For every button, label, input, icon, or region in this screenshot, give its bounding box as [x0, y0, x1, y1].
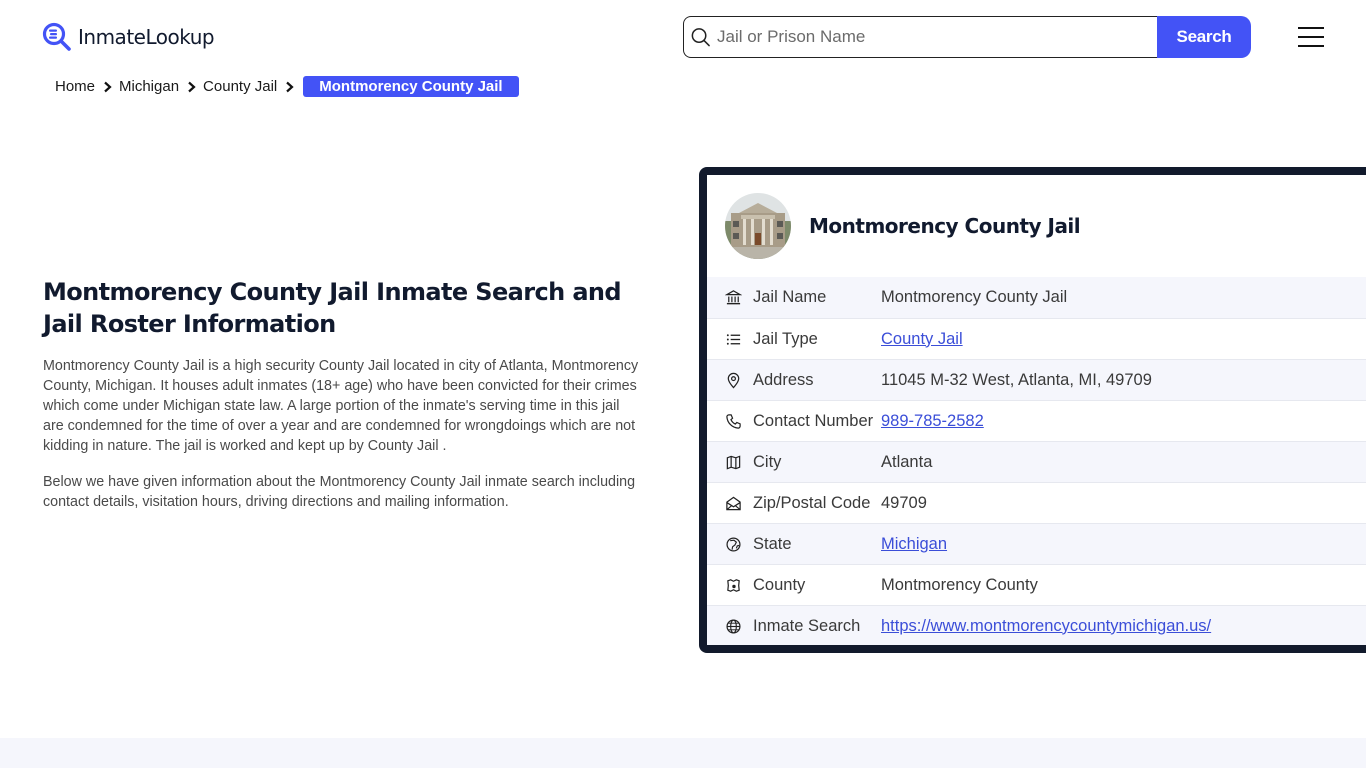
map-pin-icon: [707, 372, 753, 389]
mail-open-icon: [707, 495, 753, 512]
info-row-city: City Atlanta: [707, 441, 1366, 482]
logo-text: InmateLookup: [78, 25, 215, 49]
breadcrumb-home[interactable]: Home: [55, 78, 95, 95]
info-row-inmate-search: Inmate Search https://www.montmorencycou…: [707, 605, 1366, 645]
info-table: Jail Name Montmorency County Jail Jail T…: [707, 277, 1366, 645]
chevron-right-icon: [95, 81, 119, 93]
footer-band: [0, 738, 1366, 768]
chevron-right-icon: [179, 81, 203, 93]
bank-icon: [707, 289, 753, 306]
info-row-jail-name: Jail Name Montmorency County Jail: [707, 277, 1366, 318]
intro-section: Montmorency County Jail Inmate Search an…: [43, 276, 643, 528]
search-button[interactable]: Search: [1157, 16, 1251, 58]
row-label: City: [753, 452, 782, 471]
row-label: Jail Name: [753, 288, 827, 306]
hamburger-menu-button[interactable]: [1298, 27, 1324, 47]
list-icon: [707, 331, 753, 348]
menu-line: [1298, 36, 1324, 38]
menu-line: [1298, 27, 1324, 29]
info-row-zip: Zip/Postal Code 49709: [707, 482, 1366, 523]
row-value: 49709: [881, 493, 927, 512]
row-value: 11045 M-32 West, Atlanta, MI, 49709: [881, 370, 1152, 389]
intro-paragraph: Montmorency County Jail is a high securi…: [43, 358, 639, 454]
card-inner: Montmorency County Jail Jail Name Montmo…: [707, 175, 1366, 645]
row-label: State: [753, 534, 792, 553]
logo-magnifier-icon: [42, 22, 71, 51]
info-row-address: Address 11045 M-32 West, Atlanta, MI, 49…: [707, 359, 1366, 400]
menu-line: [1298, 45, 1324, 47]
search-bar: Search: [683, 16, 1251, 58]
row-label: Jail Type: [753, 329, 818, 348]
jail-info-card: Montmorency County Jail Jail Name Montmo…: [699, 167, 1366, 653]
search-input[interactable]: [711, 27, 1157, 47]
logo[interactable]: InmateLookup: [42, 22, 215, 52]
page-title: Montmorency County Jail Inmate Search an…: [43, 278, 622, 338]
info-row-county: County Montmorency County: [707, 564, 1366, 605]
info-row-contact-number: Contact Number 989-785-2582: [707, 400, 1366, 441]
row-label: Address: [753, 370, 814, 389]
state-link[interactable]: Michigan: [881, 535, 947, 553]
info-row-state: State Michigan: [707, 523, 1366, 564]
breadcrumb: Home Michigan County Jail Montmorency Co…: [55, 76, 519, 97]
row-label: Contact Number: [753, 411, 874, 430]
chevron-right-icon: [277, 81, 301, 93]
search-icon: [691, 28, 710, 47]
phone-icon: [707, 413, 753, 430]
breadcrumb-michigan[interactable]: Michigan: [119, 78, 179, 95]
phone-link[interactable]: 989-785-2582: [881, 412, 984, 430]
row-label: County: [753, 575, 806, 594]
jail-photo: [725, 193, 791, 259]
map-icon: [707, 454, 753, 471]
intro-paragraph: Below we have given information about th…: [43, 474, 636, 510]
globe-icon: [707, 618, 753, 635]
info-row-jail-type: Jail Type County Jail: [707, 318, 1366, 359]
breadcrumb-current: Montmorency County Jail: [303, 76, 519, 97]
card-header: Montmorency County Jail: [707, 175, 1366, 277]
jail-type-link[interactable]: County Jail: [881, 330, 963, 348]
row-label: Inmate Search: [753, 616, 861, 635]
row-label: Zip/Postal Code: [753, 493, 871, 512]
map-marker-icon: [707, 577, 753, 594]
globe-region-icon: [707, 536, 753, 553]
search-box: [683, 16, 1157, 58]
card-title: Montmorency County Jail: [809, 214, 1081, 238]
row-value: Atlanta: [881, 452, 933, 471]
breadcrumb-county-jail[interactable]: County Jail: [203, 78, 277, 95]
inmate-search-link[interactable]: https://www.montmorencycountymichigan.us…: [881, 617, 1211, 635]
row-value: Montmorency County: [881, 575, 1038, 594]
row-value: Montmorency County Jail: [881, 288, 1068, 306]
